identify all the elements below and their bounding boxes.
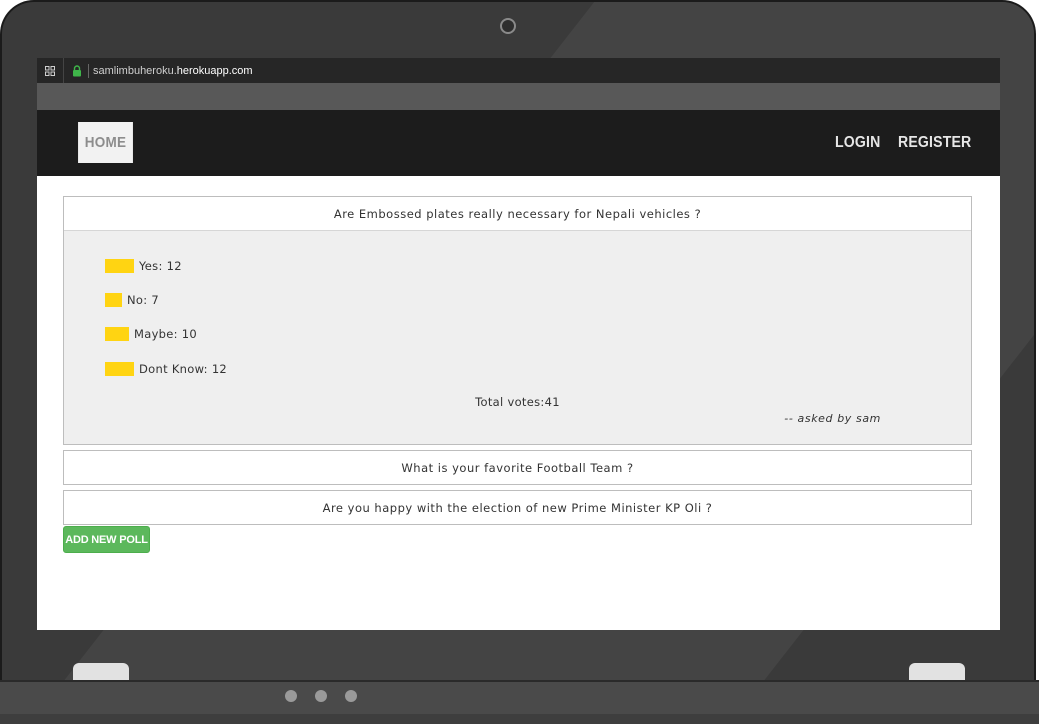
- poll-panel: Are you happy with the election of new P…: [63, 490, 972, 525]
- indicator-light: [285, 690, 297, 702]
- site-navbar: HOME LOGIN REGISTER: [37, 110, 1000, 176]
- poll-results: Yes: 12 No: 7 Maybe: 10 Dont Know: 12 To…: [64, 230, 971, 444]
- option-label: Dont Know: 12: [139, 362, 228, 376]
- browser-tab-strip: [37, 83, 1000, 111]
- option-label: Yes: 12: [139, 259, 182, 273]
- url-separator: [88, 63, 89, 78]
- nav-register-link[interactable]: REGISTER: [898, 122, 971, 163]
- url-domain: herokuapp.com: [176, 64, 253, 77]
- poll-list: Are Embossed plates really necessary for…: [63, 196, 972, 553]
- add-new-poll-button[interactable]: ADD NEW POLL: [63, 526, 150, 553]
- vote-bar: [105, 259, 134, 273]
- option-label: No: 7: [127, 293, 159, 307]
- base-edge: [0, 714, 1039, 724]
- poll-option: Yes: 12: [105, 259, 182, 273]
- nav-login-link[interactable]: LOGIN: [835, 122, 880, 163]
- address-bar: samlimbuheroku. herokuapp.com: [37, 58, 1000, 83]
- indicator-light: [345, 690, 357, 702]
- asked-by: -- asked by sam: [784, 412, 881, 425]
- option-label: Maybe: 10: [134, 327, 198, 341]
- url-subdomain: samlimbuheroku.: [93, 64, 177, 77]
- vote-bar: [105, 362, 134, 376]
- poll-option: Dont Know: 12: [105, 362, 227, 376]
- laptop-base: [0, 680, 1039, 724]
- indicator-light: [315, 690, 327, 702]
- nav-home-link[interactable]: HOME: [78, 122, 133, 163]
- poll-question[interactable]: Are you happy with the election of new P…: [64, 491, 971, 524]
- poll-question[interactable]: Are Embossed plates really necessary for…: [64, 197, 971, 230]
- poll-option: No: 7: [105, 293, 159, 307]
- lock-icon: [72, 64, 82, 77]
- poll-panel: What is your favorite Football Team ?: [63, 450, 972, 485]
- total-votes: Total votes:41: [475, 395, 560, 409]
- url-field[interactable]: samlimbuheroku. herokuapp.com: [63, 58, 1000, 83]
- poll-question[interactable]: What is your favorite Football Team ?: [64, 451, 971, 484]
- grid-icon[interactable]: [37, 58, 63, 83]
- camera-icon: [500, 18, 516, 34]
- poll-panel: Are Embossed plates really necessary for…: [63, 196, 972, 445]
- poll-option: Maybe: 10: [105, 327, 197, 341]
- vote-bar: [105, 327, 129, 341]
- vote-bar: [105, 293, 122, 307]
- browser-screen: samlimbuheroku. herokuapp.com HOME LOGIN …: [37, 58, 1000, 630]
